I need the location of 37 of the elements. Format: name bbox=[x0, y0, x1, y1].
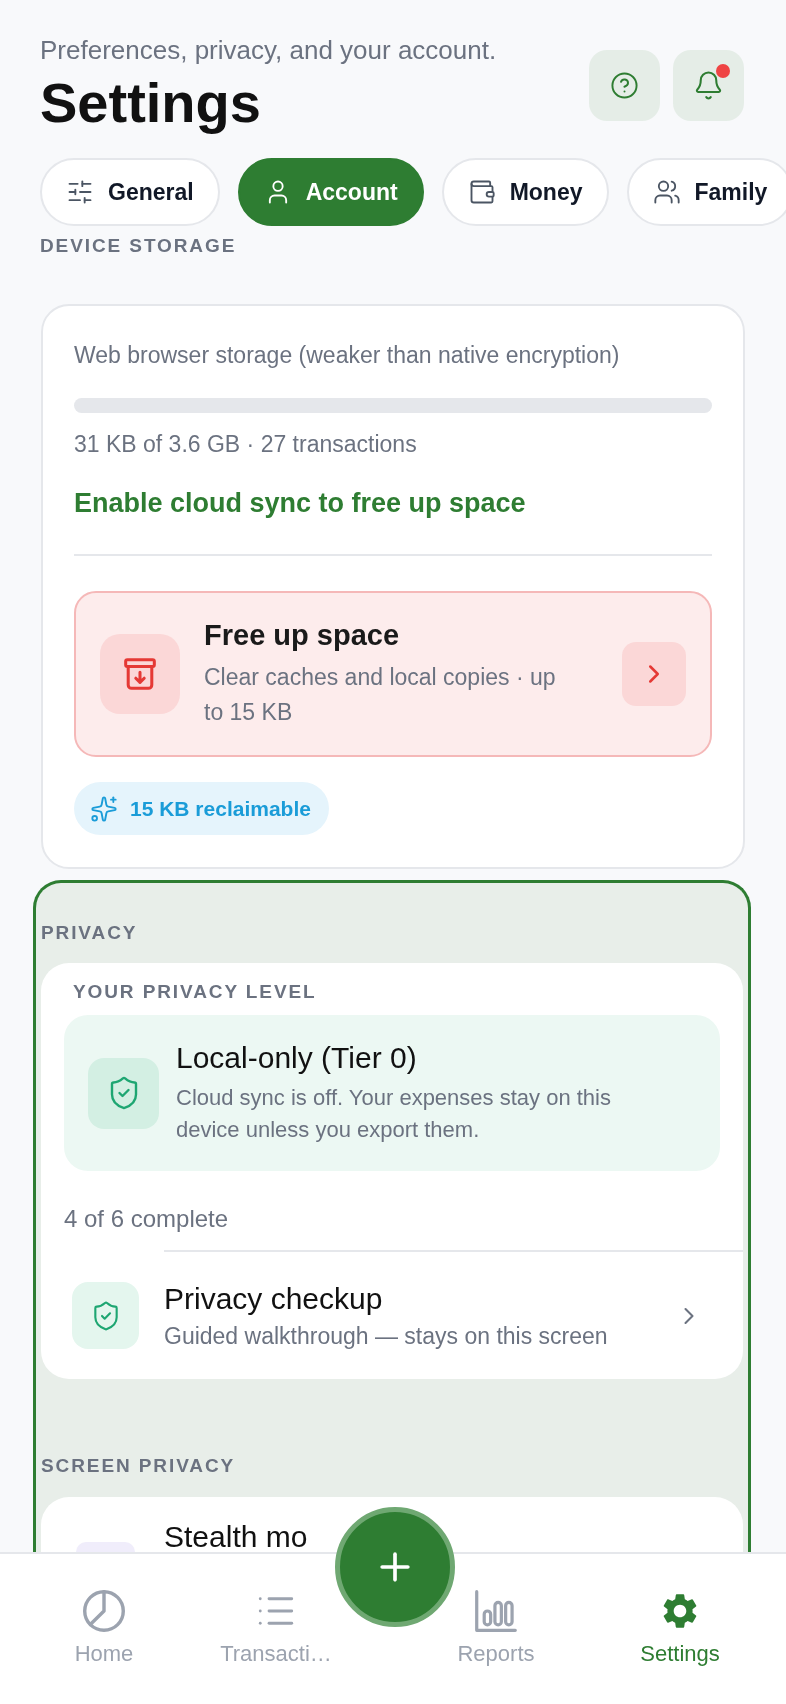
row-title[interactable]: Stealth mo bbox=[164, 1522, 308, 1552]
privacy-level-description: Cloud sync is off. Your expenses stay on this device unless you export them. bbox=[176, 1084, 612, 1144]
cloud-sync-link[interactable]: Enable cloud sync to free up space bbox=[74, 487, 526, 519]
category-tab[interactable]: Money bbox=[441, 158, 609, 226]
nav-tab[interactable]: Settings bbox=[640, 1590, 720, 1668]
sliders-icon bbox=[66, 178, 94, 206]
category-tab[interactable]: General bbox=[40, 158, 220, 226]
category-tab[interactable]: Account bbox=[237, 158, 424, 226]
icon-tile bbox=[76, 1542, 135, 1552]
checkup-progress-text: 4 of 6 complete bbox=[64, 1205, 230, 1233]
row-title[interactable]: Privacy checkup bbox=[164, 1281, 675, 1316]
bell-icon bbox=[693, 70, 724, 101]
page-title: Settings bbox=[40, 72, 261, 134]
bar-chart-icon bbox=[475, 1590, 517, 1632]
section-heading: PRIVACY bbox=[41, 923, 139, 943]
free-up-space-description: Clear caches and local copies · up to 15 KB bbox=[204, 663, 557, 727]
free-up-space-card[interactable]: Free up space Clear caches and local copies · up to 15 KB bbox=[74, 591, 712, 757]
shield-check-icon bbox=[72, 1282, 139, 1349]
section-heading: SCREEN PRIVACY bbox=[41, 1456, 237, 1476]
storage-type-text: Web browser storage (weaker than native encryption) bbox=[74, 341, 621, 369]
row-subtitle: Guided walkthrough — stays on this screen bbox=[164, 1321, 609, 1350]
users-icon bbox=[652, 178, 681, 206]
shield-check-icon bbox=[88, 1057, 159, 1129]
archive-box-icon bbox=[100, 634, 180, 714]
privacy-level-label: YOUR PRIVACY LEVEL bbox=[73, 982, 318, 1002]
sparkles-icon bbox=[90, 794, 118, 823]
help-icon bbox=[610, 71, 639, 100]
free-up-space-title: Free up space bbox=[204, 618, 401, 652]
page-subtitle: Preferences, privacy, and your account. bbox=[40, 34, 497, 66]
pie-chart-icon bbox=[83, 1590, 125, 1632]
category-tab[interactable]: Family bbox=[626, 158, 786, 226]
notifications-button[interactable] bbox=[673, 50, 744, 121]
help-button[interactable] bbox=[589, 50, 660, 121]
privacy-level-title: Local-only (Tier 0) bbox=[176, 1040, 418, 1076]
section-heading: DEVICE STORAGE bbox=[40, 236, 238, 256]
reclaimable-text: 15 KB reclaimable bbox=[130, 795, 311, 822]
storage-usage-text: 31 KB of 3.6 GB · 27 transactions bbox=[74, 430, 418, 458]
